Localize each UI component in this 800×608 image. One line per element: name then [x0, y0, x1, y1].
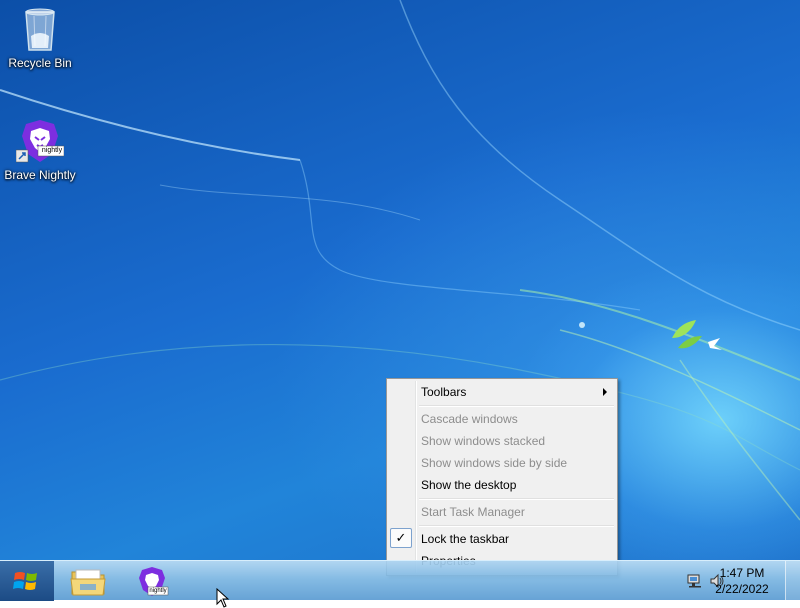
- menu-item-cascade-windows[interactable]: Cascade windows: [421, 409, 518, 429]
- clock-time: 1:47 PM: [719, 566, 765, 580]
- network-icon[interactable]: [687, 573, 703, 589]
- nightly-badge-text: nightly: [149, 588, 167, 594]
- desktop-icon-brave-nightly[interactable]: nightly Brave Nightly: [0, 118, 80, 182]
- desktop-icon-label: Brave Nightly: [4, 168, 76, 182]
- menu-separator: [419, 498, 614, 500]
- brave-nightly-icon: nightly: [15, 118, 65, 164]
- taskbar-button-explorer[interactable]: [58, 564, 118, 598]
- clock-date: 2/22/2022: [715, 582, 769, 596]
- notification-area: 1:47 PM 2/22/2022: [660, 561, 800, 601]
- submenu-arrow-icon: [603, 388, 607, 396]
- menu-item-toolbars[interactable]: Toolbars: [421, 382, 613, 402]
- menu-item-label: Show windows side by side: [421, 456, 568, 470]
- nightly-badge-text: nightly: [41, 147, 63, 154]
- menu-item-label: Toolbars: [421, 385, 467, 399]
- menu-item-label: Cascade windows: [421, 412, 518, 426]
- menu-item-show-windows-stacked[interactable]: Show windows stacked: [421, 431, 545, 451]
- windows-logo-icon: [13, 572, 37, 590]
- menu-item-label: Show windows stacked: [421, 434, 546, 448]
- show-desktop-button[interactable]: [785, 561, 800, 601]
- start-button[interactable]: [0, 561, 54, 601]
- checkmark-icon: ✓: [390, 528, 412, 548]
- menu-item-show-the-desktop[interactable]: Show the desktop: [421, 475, 516, 495]
- menu-item-label: Show the desktop: [421, 478, 517, 492]
- mouse-cursor-icon: [216, 588, 230, 608]
- menu-separator: [419, 405, 614, 407]
- menu-item-start-task-manager[interactable]: Start Task Manager: [421, 502, 525, 522]
- menu-separator: [419, 525, 614, 527]
- taskbar[interactable]: nightly 1:47 PM 2/22/2022: [0, 560, 800, 601]
- recycle-bin-icon: [20, 6, 60, 52]
- desktop-icon-label: Recycle Bin: [8, 56, 72, 70]
- menu-item-lock-the-taskbar[interactable]: Lock the taskbar: [421, 529, 509, 549]
- folder-icon: [70, 569, 106, 596]
- taskbar-button-brave-nightly[interactable]: nightly: [122, 564, 182, 598]
- menu-item-label: Start Task Manager: [421, 505, 525, 519]
- menu-item-show-windows-side-by-side[interactable]: Show windows side by side: [421, 453, 567, 473]
- clock[interactable]: 1:47 PM 2/22/2022: [708, 565, 776, 597]
- desktop-icon-recycle-bin[interactable]: Recycle Bin: [0, 6, 80, 70]
- menu-item-label: Lock the taskbar: [421, 532, 510, 546]
- taskbar-context-menu: Toolbars Cascade windows Show windows st…: [386, 378, 618, 576]
